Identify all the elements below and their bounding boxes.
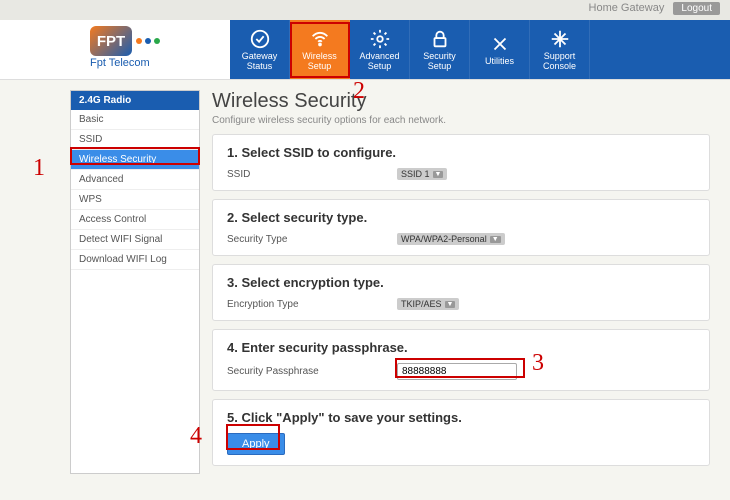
- sidebar-item-detect-wifi[interactable]: Detect WIFI Signal: [71, 230, 199, 250]
- step1-title: 1. Select SSID to configure.: [227, 145, 695, 160]
- nav-utilities[interactable]: Utilities: [470, 20, 530, 79]
- home-gateway-link[interactable]: Home Gateway: [589, 2, 665, 14]
- sidebar-item-access-control[interactable]: Access Control: [71, 210, 199, 230]
- header: FPT Fpt Telecom Gateway Status Wireless …: [0, 20, 730, 80]
- nav-tabs: Gateway Status Wireless Setup Advanced S…: [230, 20, 730, 79]
- sidebar-item-advanced[interactable]: Advanced: [71, 170, 199, 190]
- sidebar-item-wps[interactable]: WPS: [71, 190, 199, 210]
- nav-label: Security Setup: [423, 52, 456, 72]
- page-title: Wireless Security: [212, 90, 710, 113]
- top-bar: Home Gateway Logout: [0, 0, 730, 20]
- chevron-down-icon: ▼: [433, 171, 444, 178]
- page-subtitle: Configure wireless security options for …: [212, 115, 710, 126]
- ssid-value: SSID 1: [401, 169, 430, 179]
- chevron-down-icon: ▼: [445, 301, 456, 308]
- encryption-type-label: Encryption Type: [227, 299, 397, 310]
- nav-security-setup[interactable]: Security Setup: [410, 20, 470, 79]
- chevron-down-icon: ▼: [490, 236, 501, 243]
- encryption-type-select[interactable]: TKIP/AES ▼: [397, 298, 459, 310]
- nav-label: Gateway Status: [242, 52, 278, 72]
- passphrase-label: Security Passphrase: [227, 366, 397, 377]
- step3-card: 3. Select encryption type. Encryption Ty…: [212, 264, 710, 321]
- nav-label: Wireless Setup: [302, 52, 337, 72]
- step5-title: 5. Click "Apply" to save your settings.: [227, 410, 695, 425]
- security-type-label: Security Type: [227, 234, 397, 245]
- ssid-select[interactable]: SSID 1 ▼: [397, 168, 447, 180]
- arrows-icon: [549, 28, 571, 50]
- brand-sub: Fpt Telecom: [90, 57, 210, 69]
- sidebar: 2.4G Radio Basic SSID Wireless Security …: [70, 90, 200, 474]
- logout-button[interactable]: Logout: [673, 2, 720, 15]
- wifi-icon: [309, 28, 331, 50]
- sidebar-item-wireless-security[interactable]: Wireless Security: [71, 150, 199, 170]
- apply-button[interactable]: Apply: [227, 433, 285, 455]
- nav-label: Advanced Setup: [359, 52, 399, 72]
- passphrase-input[interactable]: [397, 363, 517, 380]
- nav-label: Support Console: [543, 52, 576, 72]
- nav-wireless-setup[interactable]: Wireless Setup: [290, 20, 350, 79]
- step4-card: 4. Enter security passphrase. Security P…: [212, 329, 710, 391]
- security-type-select[interactable]: WPA/WPA2-Personal ▼: [397, 233, 505, 245]
- main-content: Wireless Security Configure wireless sec…: [212, 90, 710, 474]
- security-type-value: WPA/WPA2-Personal: [401, 234, 487, 244]
- brand: FPT Fpt Telecom: [0, 20, 230, 79]
- logo-icon: FPT: [90, 26, 132, 56]
- step3-title: 3. Select encryption type.: [227, 275, 695, 290]
- step2-card: 2. Select security type. Security Type W…: [212, 199, 710, 256]
- step4-title: 4. Enter security passphrase.: [227, 340, 695, 355]
- encryption-type-value: TKIP/AES: [401, 299, 442, 309]
- lock-icon: [429, 28, 451, 50]
- tools-icon: [489, 33, 511, 55]
- step2-title: 2. Select security type.: [227, 210, 695, 225]
- sidebar-item-basic[interactable]: Basic: [71, 110, 199, 130]
- gear-icon: [369, 28, 391, 50]
- sidebar-item-ssid[interactable]: SSID: [71, 130, 199, 150]
- nav-support-console[interactable]: Support Console: [530, 20, 590, 79]
- step1-card: 1. Select SSID to configure. SSID SSID 1…: [212, 134, 710, 191]
- nav-gateway-status[interactable]: Gateway Status: [230, 20, 290, 79]
- step5-card: 5. Click "Apply" to save your settings. …: [212, 399, 710, 466]
- check-circle-icon: [249, 28, 271, 50]
- nav-label: Utilities: [485, 57, 514, 67]
- ssid-label: SSID: [227, 169, 397, 180]
- nav-advanced-setup[interactable]: Advanced Setup: [350, 20, 410, 79]
- sidebar-item-download-log[interactable]: Download WIFI Log: [71, 250, 199, 270]
- sidebar-header: 2.4G Radio: [71, 91, 199, 110]
